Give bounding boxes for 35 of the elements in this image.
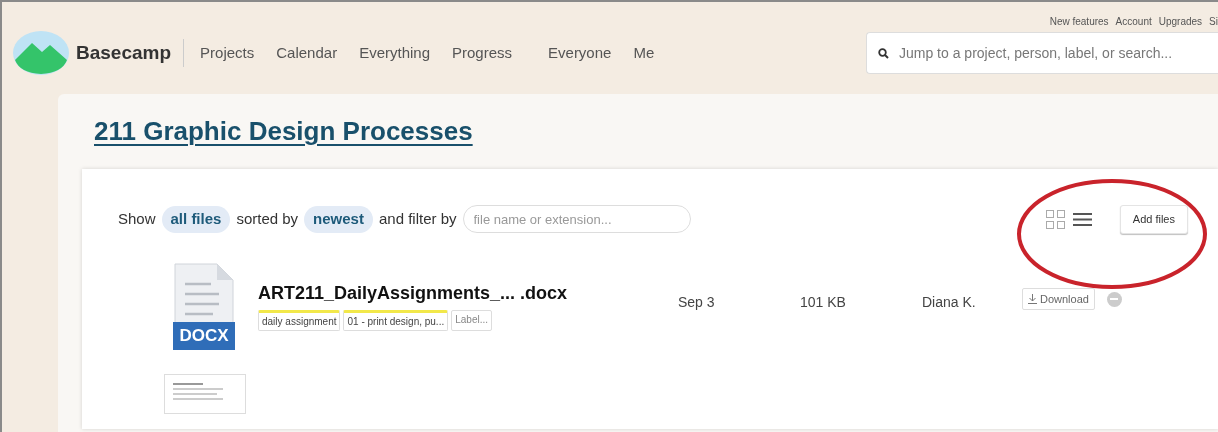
nav-link[interactable]: Everything	[359, 41, 430, 65]
grid-view-icon[interactable]	[1045, 209, 1065, 229]
project-title-link[interactable]: 211 Graphic Design Processes	[94, 116, 473, 146]
download-icon	[1028, 293, 1037, 304]
file-label-tag[interactable]: Label...	[451, 309, 493, 331]
file-date: Sep 3	[678, 292, 716, 312]
file-owner: Diana K.	[922, 292, 977, 312]
nav-link[interactable]: Progress	[452, 41, 513, 65]
sort-selector[interactable]: newest	[304, 206, 373, 233]
logo-icon[interactable]	[12, 30, 70, 76]
nav-link[interactable]: Projects	[200, 41, 255, 65]
remove-icon[interactable]	[1106, 291, 1122, 307]
nav-link[interactable]: Everyone	[548, 41, 612, 65]
top-link[interactable]: Si	[1209, 14, 1218, 28]
search-icon	[878, 48, 889, 59]
file-label-tag[interactable]: daily assignment	[258, 309, 341, 331]
file-scope-selector[interactable]: all files	[161, 206, 231, 233]
filter-field[interactable]: file name or extension...	[462, 205, 691, 234]
file-label-tag[interactable]: 01 - print design, pu...	[343, 309, 449, 331]
download-button[interactable]: Download	[1022, 287, 1095, 310]
add-files-button[interactable]: Add files	[1119, 205, 1188, 234]
list-view-icon[interactable]	[1072, 211, 1092, 227]
file-name-link[interactable]: ART211_DailyAssignments_... .docx	[258, 279, 678, 307]
top-link[interactable]: New features	[1049, 14, 1109, 28]
document-thumbnail-icon[interactable]	[164, 373, 246, 414]
top-link[interactable]: Account	[1115, 14, 1152, 28]
brand-name[interactable]: Basecamp	[76, 39, 185, 67]
filter-label: and filter by	[378, 209, 457, 229]
sorted-by-label: sorted by	[236, 209, 299, 229]
top-link[interactable]: Upgrades	[1158, 14, 1203, 28]
nav-link[interactable]: Me	[633, 41, 655, 65]
search-field[interactable]: Jump to a project, person, label, or search...	[866, 32, 1218, 74]
file-size: 101 KB	[800, 292, 847, 312]
show-label: Show	[118, 209, 156, 229]
nav-link[interactable]: Calendar	[276, 41, 338, 65]
